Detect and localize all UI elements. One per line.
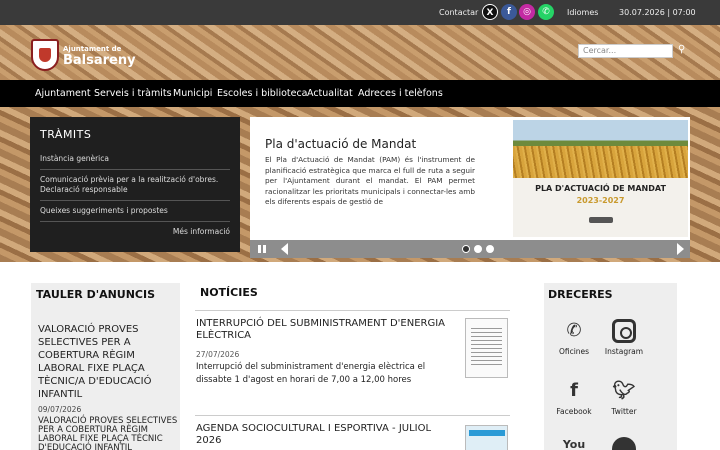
slide-title[interactable]: Pla d'actuació de Mandat [265,137,416,151]
whatsapp-icon[interactable]: ✆ [538,4,554,20]
slide-image[interactable]: PLA D'ACTUACIÓ DE MANDAT 2023-2027 [513,120,688,237]
tramits-panel: TRÀMITS Instància genèrica Comunicació p… [30,117,240,252]
shortcut-label[interactable]: Twitter [594,407,654,416]
news-item-date: 27/07/2026 [196,350,240,359]
news-thumbnail[interactable] [465,425,508,450]
news-item-title[interactable]: AGENDA SOCIOCULTURAL I ESPORTIVA - JULIO… [196,423,456,447]
youtube-icon[interactable]: You [562,433,586,450]
divider [40,221,230,222]
date-time: 30.07.2026 | 07:00 [619,8,696,17]
logo-subtitle[interactable]: Ajuntament de [63,45,121,53]
contact-link[interactable]: Contactar [439,8,478,17]
nav-adreces[interactable]: Adreces i telèfons [358,88,443,99]
nav-ajuntament[interactable]: Ajuntament [35,88,91,99]
image-years: 2023-2027 [576,196,625,205]
tramits-title: TRÀMITS [40,128,92,141]
divider [195,310,510,311]
facebook-icon[interactable]: f [562,379,586,403]
shortcut-label[interactable]: Instagram [594,347,654,356]
news-thumbnail[interactable] [465,318,508,378]
nav-municipi[interactable]: Municipi [173,88,212,99]
notice-body[interactable]: VALORACIÓ PROVES SELECTIVES PER A COBERT… [38,417,178,450]
tramit-item[interactable]: Instància genèrica [40,154,230,164]
prev-arrow-icon[interactable] [281,243,288,255]
divider [40,200,230,201]
instagram-icon[interactable] [612,319,636,343]
logo-title[interactable]: Balsareny [63,53,136,68]
pause-icon[interactable] [258,245,266,253]
main-nav: Ajuntament Serveis i tràmits Municipi Es… [0,80,720,107]
x-icon[interactable]: X [482,4,498,20]
notice-board: TAULER D'ANUNCIS VALORACIÓ PROVES SELECT… [31,283,180,450]
notice-board-title: TAULER D'ANUNCIS [36,288,156,301]
more-info-link[interactable]: Més informació [173,227,230,236]
notice-headline[interactable]: VALORACIÓ PROVES SELECTIVES PER A COBERT… [38,323,178,401]
languages-menu[interactable]: Idiomes [567,8,598,17]
news-item-desc: Interrupció del subministrament d'energi… [196,362,426,385]
other-icon[interactable] [612,437,636,450]
slide-text: El Pla d'Actuació de Mandat (PAM) és l'i… [265,155,475,206]
slider-controls [250,240,690,258]
nav-actualitat[interactable]: Actualitat [307,88,353,99]
next-arrow-icon[interactable] [677,243,684,255]
top-bar: Contactar X f ◎ ✆ Idiomes 30.07.2026 | 0… [0,0,720,25]
divider [195,415,510,416]
tramit-item[interactable]: Queixes suggeriments i propostes [40,206,230,216]
phone-icon[interactable]: ✆ [562,319,586,343]
tramit-item[interactable]: Comunicació prèvia per a la realització … [40,175,230,195]
news-title: NOTÍCIES [200,286,258,299]
instagram-icon[interactable]: ◎ [519,4,535,20]
shortcuts-title: DRECERES [548,288,613,301]
facebook-icon[interactable]: f [501,4,517,20]
slide-dot-3[interactable] [486,245,494,253]
site-header: Ajuntament de Balsareny Cercar... ⚲ [0,25,720,80]
municipal-logo-icon [589,217,613,223]
search-input[interactable]: Cercar... [578,44,673,58]
wheat-field-image [513,120,688,178]
slider-slide[interactable]: Pla d'actuació de Mandat El Pla d'Actuac… [250,117,690,240]
shortcuts-panel: DRECERES ✆ Oficines Instagram f Facebook… [544,283,677,450]
search-icon[interactable]: ⚲ [678,44,685,55]
coat-of-arms-icon[interactable] [31,39,59,71]
nav-escoles[interactable]: Escoles i biblioteca [217,88,308,99]
slide-dot-2[interactable] [474,245,482,253]
slide-dot-1[interactable] [462,245,470,253]
divider [40,169,230,170]
news-item-title[interactable]: INTERRUPCIÓ DEL SUBMINISTRAMENT D'ENERGI… [196,318,456,342]
notice-date: 09/07/2026 [38,405,82,414]
nav-serveis[interactable]: Serveis i tràmits [94,88,172,99]
image-title: PLA D'ACTUACIÓ DE MANDAT [535,184,666,193]
twitter-icon[interactable]: 🐦︎ [612,379,636,403]
